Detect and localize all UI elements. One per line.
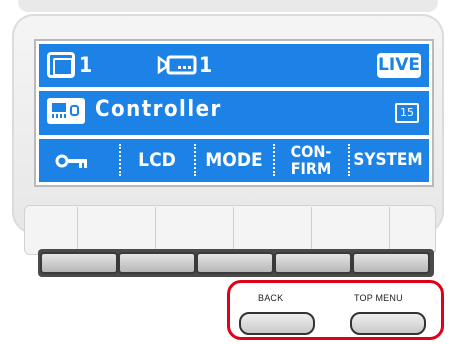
softkey-bar: LCD MODE CON- FIRM SYSTEM bbox=[39, 140, 429, 180]
device-name: Controller bbox=[95, 97, 222, 122]
monitor-icon bbox=[47, 52, 75, 78]
softkey-confirm-line2: FIRM bbox=[290, 159, 332, 178]
lcd-display-area: 1 1 LIVE Controller 15 LCD MODE CON- FIR… bbox=[39, 44, 429, 182]
ridge-divider bbox=[77, 207, 78, 251]
back-button[interactable] bbox=[239, 312, 315, 335]
back-label: BACK bbox=[258, 293, 284, 303]
live-badge: LIVE bbox=[377, 53, 421, 78]
function-key-ridge bbox=[24, 205, 436, 255]
key-icon bbox=[55, 154, 87, 168]
function-key-2-button[interactable] bbox=[118, 252, 196, 274]
ridge-divider bbox=[233, 207, 234, 251]
ridge-divider bbox=[389, 207, 390, 251]
softkey-mode-label: MODE bbox=[205, 149, 263, 171]
device-info-bar: Controller 15 bbox=[39, 92, 429, 135]
function-key-4-button[interactable] bbox=[274, 252, 352, 274]
softkey-system-label: SYSTEM bbox=[353, 150, 423, 170]
row-separator-2 bbox=[39, 135, 429, 139]
row-separator-1 bbox=[39, 87, 429, 91]
ridge-divider bbox=[155, 207, 156, 251]
camera-icon bbox=[157, 55, 197, 75]
top-menu-button[interactable] bbox=[350, 312, 426, 335]
ridge-divider bbox=[311, 207, 312, 251]
lcd-screen: 1 1 LIVE Controller 15 LCD MODE CON- FIR… bbox=[34, 39, 434, 187]
function-key-5-button[interactable] bbox=[352, 252, 430, 274]
softkey-lcd-label: LCD bbox=[138, 149, 176, 171]
function-key-1-button[interactable] bbox=[40, 252, 118, 274]
count-badge: 15 bbox=[395, 103, 419, 123]
monitor-number: 1 bbox=[79, 53, 93, 77]
function-key-3-button[interactable] bbox=[196, 252, 274, 274]
top-menu-label: TOP MENU bbox=[354, 293, 403, 303]
softkey-confirm-label: CON- FIRM bbox=[275, 140, 347, 180]
controller-icon bbox=[47, 98, 85, 124]
softkey-key bbox=[39, 140, 117, 180]
device-front-panel: 1 1 LIVE Controller 15 LCD MODE CON- FIR… bbox=[0, 0, 452, 344]
status-bar: 1 1 LIVE bbox=[39, 44, 429, 87]
camera-number: 1 bbox=[199, 53, 213, 77]
panel-top-edge bbox=[18, 0, 438, 12]
softkey-confirm-line1: CON- bbox=[290, 142, 332, 161]
